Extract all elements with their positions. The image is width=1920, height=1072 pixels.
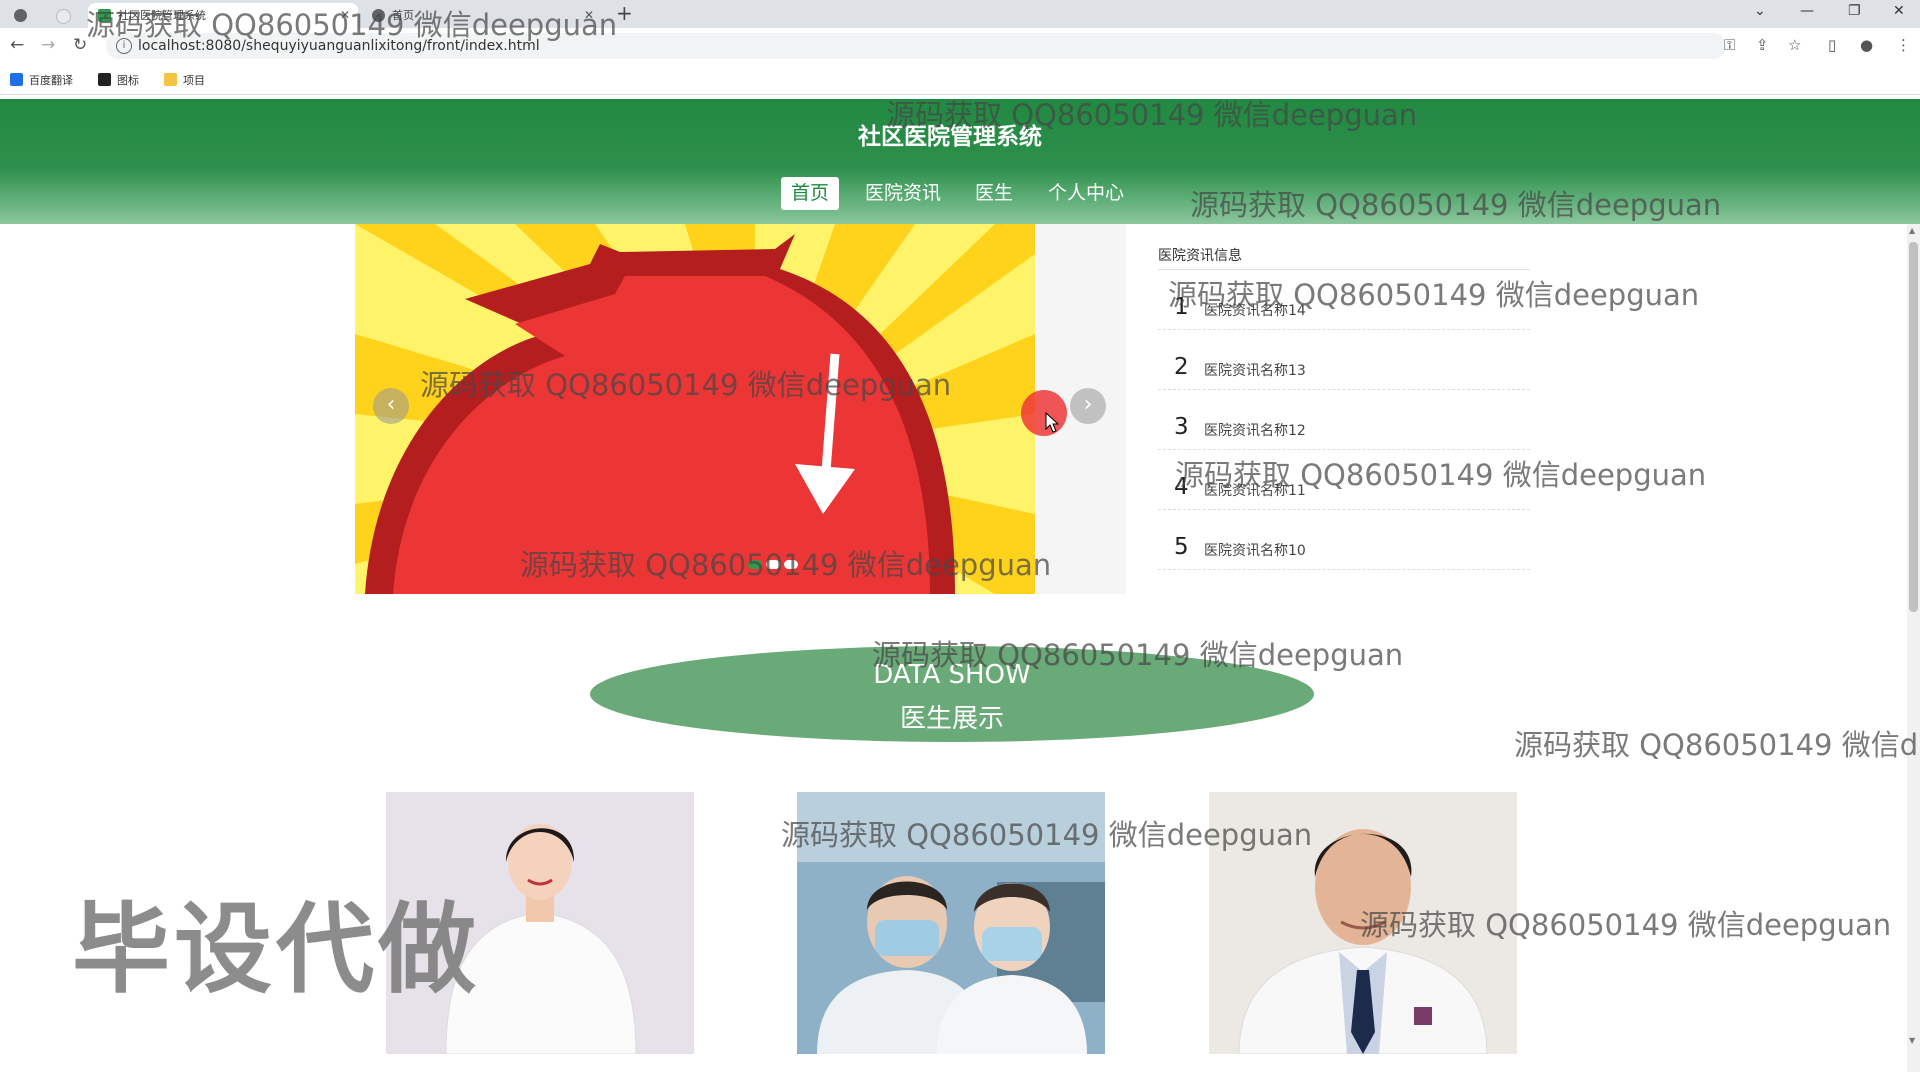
watermark-text: 源码获取 QQ86050149 微信deepguan bbox=[1175, 458, 1707, 492]
watermark-text: 源码获取 QQ86050149 微信deepguan bbox=[1168, 278, 1700, 312]
news-link[interactable]: 医院资讯名称10 bbox=[1204, 540, 1306, 560]
bookmark-item[interactable]: 项目 bbox=[164, 72, 205, 88]
browser-tab[interactable] bbox=[46, 3, 86, 28]
restore-icon[interactable]: ❐ bbox=[1848, 3, 1861, 19]
banner-image bbox=[355, 224, 1035, 594]
scroll-up-icon[interactable]: ▲ bbox=[1909, 226, 1915, 235]
news-link[interactable]: 医院资讯名称13 bbox=[1204, 360, 1306, 380]
translate-icon bbox=[10, 73, 23, 86]
news-rank: 3 bbox=[1174, 414, 1189, 440]
news-list-item[interactable]: 2 医院资讯名称13 bbox=[1158, 330, 1530, 390]
share-icon[interactable]: ⇪ bbox=[1756, 36, 1769, 54]
nav-personal-center[interactable]: 个人中心 bbox=[1048, 177, 1124, 210]
watermark-big-text: 毕设代做 bbox=[72, 893, 481, 1007]
watermark-text: 源码获取 QQ86050149 微信deepguan bbox=[872, 638, 1404, 672]
folder-icon bbox=[164, 73, 177, 86]
sidepanel-icon[interactable]: ▯ bbox=[1828, 36, 1836, 54]
nav-hospital-news[interactable]: 医院资讯 bbox=[865, 177, 941, 210]
new-tab-button[interactable]: + bbox=[616, 1, 633, 25]
carousel-next-button[interactable]: › bbox=[1070, 388, 1106, 424]
scroll-thumb[interactable] bbox=[1909, 242, 1918, 612]
bookmark-label: 项目 bbox=[183, 74, 205, 87]
bookmarks-bar: 百度翻译 图标 项目 bbox=[0, 64, 1920, 95]
star-icon[interactable]: ☆ bbox=[1788, 36, 1801, 54]
watermark-text: 源码获取 QQ86050149 微信deepguan bbox=[886, 98, 1418, 132]
data-show-chinese-title: 医生展示 bbox=[899, 704, 1004, 734]
minimize-icon[interactable]: — bbox=[1800, 3, 1814, 19]
nav-home[interactable]: 首页 bbox=[781, 177, 840, 210]
watermark-text: 源码获取 QQ86050149 微信deepguan bbox=[520, 548, 1052, 582]
news-rank: 2 bbox=[1174, 354, 1189, 380]
back-icon[interactable]: ← bbox=[10, 35, 24, 55]
tab-search-icon[interactable]: ⌄ bbox=[1754, 3, 1766, 19]
news-list-item[interactable]: 3 医院资讯名称12 bbox=[1158, 390, 1530, 450]
menu-icon[interactable]: ⋮ bbox=[1896, 36, 1911, 54]
forward-icon[interactable]: → bbox=[41, 35, 55, 55]
bookmark-item[interactable]: 百度翻译 bbox=[10, 72, 73, 88]
news-link[interactable]: 医院资讯名称12 bbox=[1204, 420, 1306, 440]
watermark-text: 源码获取 QQ86050149 微信deepguan bbox=[86, 8, 618, 42]
bookmark-item[interactable]: 图标 bbox=[98, 72, 139, 88]
page-icon bbox=[56, 9, 71, 24]
watermark-text: 源码获取 QQ86050149 微信deepguan bbox=[420, 368, 952, 402]
image-icon bbox=[98, 73, 111, 86]
carousel-prev-button[interactable]: ‹ bbox=[373, 388, 409, 424]
news-rank: 5 bbox=[1174, 534, 1189, 560]
profile-icon[interactable]: ● bbox=[1860, 36, 1873, 54]
nav-doctors[interactable]: 医生 bbox=[975, 177, 1013, 210]
window-close-icon[interactable]: ✕ bbox=[1893, 3, 1905, 19]
watermark-text: 源码获取 QQ86050149 微信deepguan bbox=[781, 818, 1313, 852]
news-list-item[interactable]: 5 医院资讯名称10 bbox=[1158, 510, 1530, 570]
banner-carousel[interactable]: ‹ › bbox=[355, 224, 1126, 594]
globe-icon bbox=[14, 9, 27, 22]
bookmark-label: 百度翻译 bbox=[29, 74, 73, 87]
mouse-cursor-icon bbox=[1045, 412, 1060, 433]
key-icon[interactable]: ⚿ bbox=[1724, 36, 1735, 54]
news-panel-title: 医院资讯信息 bbox=[1158, 245, 1530, 270]
watermark-text: 源码获取 QQ86050149 微信d bbox=[1514, 728, 1919, 762]
watermark-text: 源码获取 QQ86050149 微信deepguan bbox=[1190, 188, 1722, 222]
browser-tab[interactable] bbox=[4, 3, 44, 28]
watermark-text: 源码获取 QQ86050149 微信deepguan bbox=[1360, 908, 1892, 942]
page-scrollbar[interactable]: ▲ ▼ bbox=[1907, 224, 1920, 1072]
bookmark-label: 图标 bbox=[117, 74, 139, 87]
scroll-down-icon[interactable]: ▼ bbox=[1909, 1036, 1915, 1045]
